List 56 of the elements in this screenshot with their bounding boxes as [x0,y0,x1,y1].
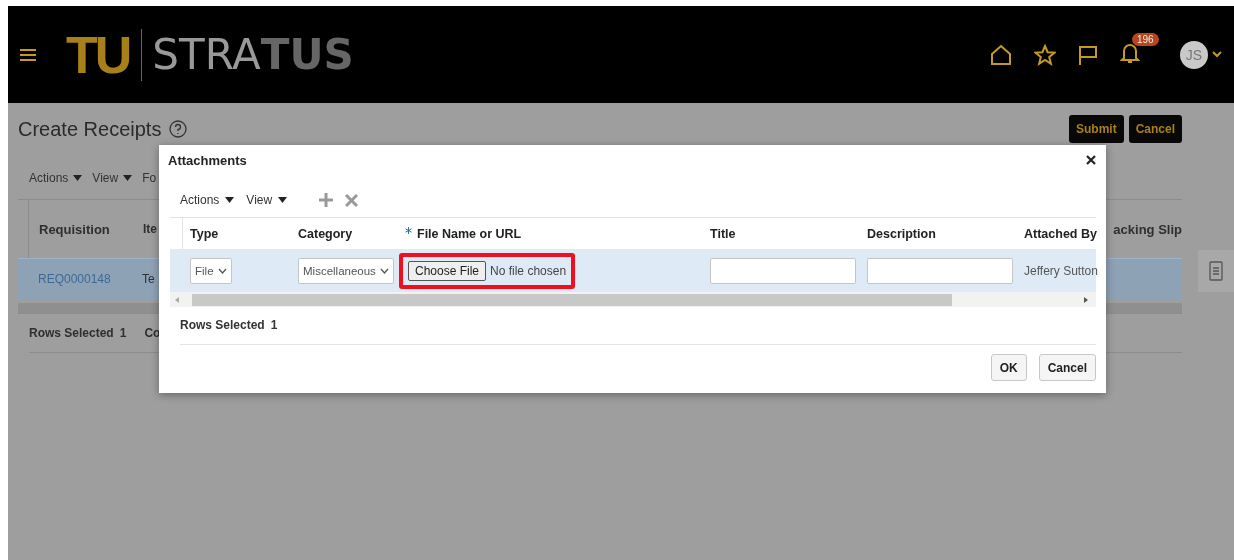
scrollbar[interactable] [170,292,1096,307]
star-icon[interactable] [1034,43,1056,66]
chevron-down-icon [379,267,389,274]
column-header: File Name or URL [417,226,522,241]
column-header: Ite [143,222,158,236]
delete-icon[interactable] [345,193,359,207]
file-status: No file chosen [490,263,567,278]
rows-selected-count: 1 [270,318,278,332]
ok-button[interactable]: OK [990,354,1027,381]
column-header: Attached By [1024,226,1097,241]
column-header: Category [298,226,353,241]
type-select[interactable]: File [190,257,232,284]
table-cell: Jeffery Sutton [1024,263,1098,278]
caret-icon [225,197,235,203]
toolbar-menu[interactable]: View [92,171,119,185]
dialog-title: Attachments [168,152,247,168]
caret-icon [73,175,83,181]
logo-mark: TU [66,24,130,85]
rows-selected-count: 1 [119,326,127,340]
bell-icon[interactable] [1120,41,1140,64]
caret-icon [278,197,288,203]
cancel-button[interactable]: Cancel [1038,354,1096,381]
caret-icon [123,175,133,181]
document-icon [1209,261,1223,281]
notification-badge: 196 [1132,32,1159,46]
column-header: Requisition [39,221,111,237]
category-select[interactable]: Miscellaneous [298,257,394,284]
column-header: Title [710,226,736,241]
rows-selected-label: Rows Selected [29,326,114,340]
menu-icon[interactable] [20,47,36,62]
page-title: Create Receipts [18,117,162,141]
title-field[interactable] [710,257,856,284]
flag-icon[interactable] [1078,44,1098,65]
rows-selected-label: Rows Selected [180,318,265,332]
help-icon[interactable] [169,120,188,138]
column-header: Type [190,226,219,241]
scroll-left-icon [175,296,179,303]
column-header: acking Slip [1113,221,1182,237]
chevron-down-icon [217,267,227,274]
row-selection-cell[interactable] [170,249,190,292]
home-icon[interactable] [990,43,1012,66]
toolbar-text[interactable]: Fo [142,171,157,185]
chevron-down-icon[interactable] [1212,51,1222,58]
toolbar-menu[interactable]: Actions [29,171,69,185]
column-header: Description [867,226,936,241]
add-icon[interactable] [319,193,334,207]
description-field[interactable] [867,257,1013,284]
toolbar-menu[interactable]: View [246,193,273,207]
cancel-button[interactable]: Cancel [1128,115,1182,143]
toolbar-menu[interactable]: Actions [180,193,220,207]
logo-wordmark: STRATUS [152,30,354,79]
table-cell-text: Te [142,272,156,286]
close-icon[interactable] [1086,155,1096,165]
scroll-right-icon [1084,296,1088,303]
choose-file-button[interactable]: Choose File [408,260,487,281]
submit-button[interactable]: Submit [1068,115,1124,143]
